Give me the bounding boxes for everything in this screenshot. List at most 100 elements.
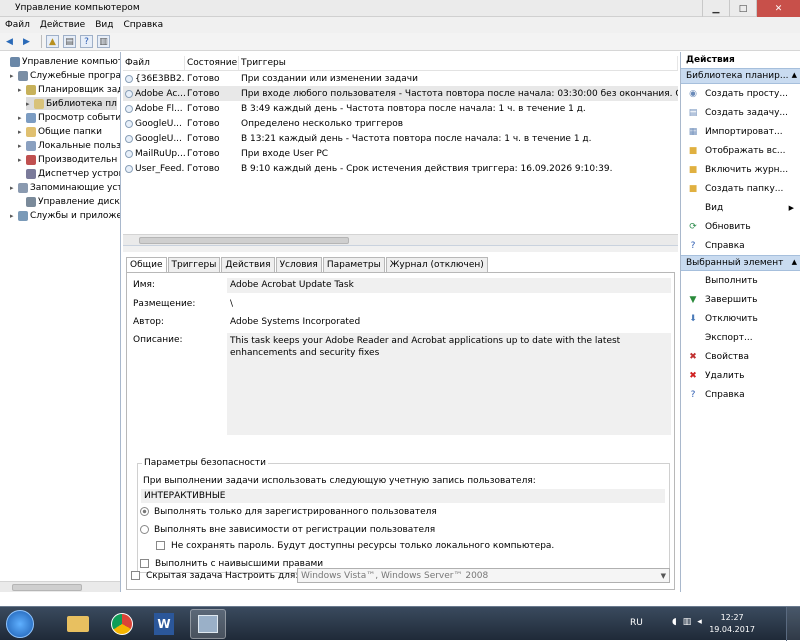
forward-icon[interactable]: ▶ — [20, 35, 33, 48]
tree-node[interactable]: ▸ Производительн — [18, 153, 117, 166]
tree-node-label: Служебные програм — [30, 70, 121, 81]
action-item[interactable]: ✖ Удалить — [681, 366, 800, 385]
action-item[interactable]: ■ Создать папку... — [681, 179, 800, 198]
tab-actions[interactable]: Действия — [221, 257, 275, 272]
expand-arrow-icon[interactable]: ▸ — [10, 184, 18, 192]
tree-node[interactable]: ▸ Планировщик зад — [18, 83, 120, 96]
expand-arrow-icon[interactable]: ▸ — [18, 114, 26, 122]
general-tab-panel: Имя: Adobe Acrobat Update Task Размещени… — [126, 272, 675, 590]
table-row[interactable]: MailRuUp... Готово При входе User PC — [123, 146, 678, 161]
radio-logged-on-only[interactable]: Выполнять только для зарегистрированного… — [140, 507, 437, 517]
tree-node[interactable]: ▸ Библиотека пл — [26, 97, 117, 110]
menu-file[interactable]: Файл — [5, 20, 30, 30]
close-button[interactable]: ✕ — [756, 0, 800, 17]
table-row[interactable]: Adobe Ac... Готово При входе любого пользо… — [123, 86, 678, 101]
table-row[interactable]: Adobe Fl... Готово В 3:49 каждый день - Ча… — [123, 101, 678, 116]
action-item[interactable]: ✖ Свойства — [681, 347, 800, 366]
actions-section-selected[interactable]: Выбранный элемент ▲ — [681, 255, 800, 271]
menu-help[interactable]: Справка — [123, 20, 163, 30]
checkbox[interactable] — [131, 571, 140, 580]
clock[interactable]: 12:27 19.04.2017 — [709, 612, 755, 636]
pane-splitter[interactable] — [123, 246, 678, 252]
checkbox-do-not-store-password[interactable]: Не сохранять пароль. Будут доступны ресу… — [156, 541, 554, 551]
table-row[interactable]: {36E3BB2... Готово При создании или измене… — [123, 71, 678, 86]
word-taskbar-icon[interactable]: W — [146, 609, 182, 639]
tree-node[interactable]: ▸ Служебные програм — [10, 69, 121, 82]
configure-for-select[interactable]: Windows Vista™, Windows Server™ 2008 ▼ — [297, 568, 670, 583]
help-icon[interactable]: ? — [80, 35, 93, 48]
tab-conditions[interactable]: Условия — [275, 257, 322, 272]
expand-arrow-icon[interactable]: ▸ — [10, 72, 18, 80]
explorer-taskbar-icon[interactable] — [60, 609, 96, 639]
action-item[interactable]: ▦ Импортироват... — [681, 122, 800, 141]
tree-scrollbar[interactable] — [0, 581, 120, 592]
tree-node[interactable]: Диспетчер устрой — [18, 167, 120, 180]
action-item[interactable]: Выполнить — [681, 271, 800, 290]
checkbox-highest-privileges[interactable]: Выполнить с наивысшими правами — [140, 559, 323, 569]
action-item[interactable]: ⬇ Отключить — [681, 309, 800, 328]
tree-node[interactable]: Управление диска — [18, 195, 120, 208]
show-desktop-button[interactable] — [786, 607, 800, 641]
action-item[interactable]: ■ Отображать вс... — [681, 141, 800, 160]
console-tree-icon[interactable]: ▤ — [63, 35, 76, 48]
checkbox[interactable] — [156, 541, 165, 550]
maximize-button[interactable]: □ — [729, 0, 756, 17]
action-item[interactable]: ⟳ Обновить — [681, 217, 800, 236]
action-item[interactable]: ? Справка — [681, 236, 800, 255]
start-button[interactable] — [6, 610, 34, 638]
tab-log[interactable]: Журнал (отключен) — [385, 257, 488, 272]
table-row[interactable]: User_Feed... Готово В 9:10 каждый день - С… — [123, 161, 678, 176]
task-list-scrollbar[interactable] — [123, 234, 678, 245]
tab-parameters[interactable]: Параметры — [322, 257, 385, 272]
tree-node[interactable]: ▸ Общие папки — [18, 125, 102, 138]
expand-arrow-icon[interactable]: ▸ — [10, 212, 18, 220]
radio-button[interactable] — [140, 525, 149, 534]
table-row[interactable]: GoogleU... Готово В 13:21 каждый день - Ча… — [123, 131, 678, 146]
collapse-up-icon[interactable]: ▲ — [792, 258, 797, 266]
tab-triggers[interactable]: Триггеры — [167, 257, 221, 272]
table-row[interactable]: GoogleU... Готово Определено несколько три… — [123, 116, 678, 131]
computer-management-taskbar-icon[interactable] — [190, 609, 226, 639]
scrollbar-thumb[interactable] — [139, 237, 349, 244]
description-field[interactable]: This task keeps your Adobe Reader and Ac… — [227, 333, 671, 435]
chrome-taskbar-icon[interactable] — [104, 609, 140, 639]
expand-arrow-icon[interactable]: ▸ — [18, 156, 26, 164]
tree-node[interactable]: ▸ Локальные польз — [18, 139, 120, 152]
actions-section-library[interactable]: Библиотека планир... ▲ — [681, 68, 800, 84]
menu-action[interactable]: Действие — [40, 20, 85, 30]
checkbox-hidden-task[interactable]: Скрытая задача — [131, 571, 222, 581]
language-indicator[interactable]: RU — [630, 618, 643, 628]
expand-arrow-icon[interactable]: ▸ — [18, 142, 26, 150]
back-icon[interactable]: ◀ — [3, 35, 16, 48]
radio-whether-logged-on[interactable]: Выполнять вне зависимости от регистрации… — [140, 525, 435, 535]
expand-arrow-icon[interactable]: ▸ — [26, 100, 34, 108]
task-name-cell: User_Feed... — [123, 164, 185, 174]
column-file[interactable]: Файл — [123, 56, 185, 70]
action-item[interactable]: ? Справка — [681, 385, 800, 404]
action-item[interactable]: ▼ Завершить — [681, 290, 800, 309]
expand-arrow-icon[interactable]: ▸ — [18, 128, 26, 136]
tree-node[interactable]: Управление компьютер — [2, 55, 120, 68]
action-item[interactable]: ■ Включить журн... — [681, 160, 800, 179]
hidden-task-label: Скрытая задача — [146, 571, 223, 581]
task-trigger-cell: При входе любого пользователя - Частота … — [241, 88, 678, 99]
up-folder-icon[interactable]: ▲ — [46, 35, 59, 48]
radio-button-selected[interactable] — [140, 507, 149, 516]
column-triggers[interactable]: Триггеры — [239, 56, 678, 70]
action-item[interactable]: Вид ▶ — [681, 198, 800, 217]
checkbox[interactable] — [140, 559, 149, 568]
menu-view[interactable]: Вид — [95, 20, 113, 30]
show-hide-pane-icon[interactable]: ▥ — [97, 35, 110, 48]
tree-node[interactable]: ▸ Службы и приложен — [10, 209, 120, 222]
action-item[interactable]: ◉ Создать просту... — [681, 84, 800, 103]
minimize-button[interactable]: ▁ — [702, 0, 729, 17]
collapse-up-icon[interactable]: ▲ — [792, 71, 797, 79]
column-status[interactable]: Состояние — [185, 56, 239, 70]
action-item[interactable]: ▤ Создать задачу... — [681, 103, 800, 122]
action-item[interactable]: Экспорт... — [681, 328, 800, 347]
tab-general[interactable]: Общие — [126, 257, 167, 273]
scrollbar-thumb[interactable] — [12, 584, 82, 591]
tree-node[interactable]: ▸ Запоминающие устр — [10, 181, 120, 194]
expand-arrow-icon[interactable]: ▸ — [18, 86, 26, 94]
tree-node[interactable]: ▸ Просмотр событи — [18, 111, 120, 124]
